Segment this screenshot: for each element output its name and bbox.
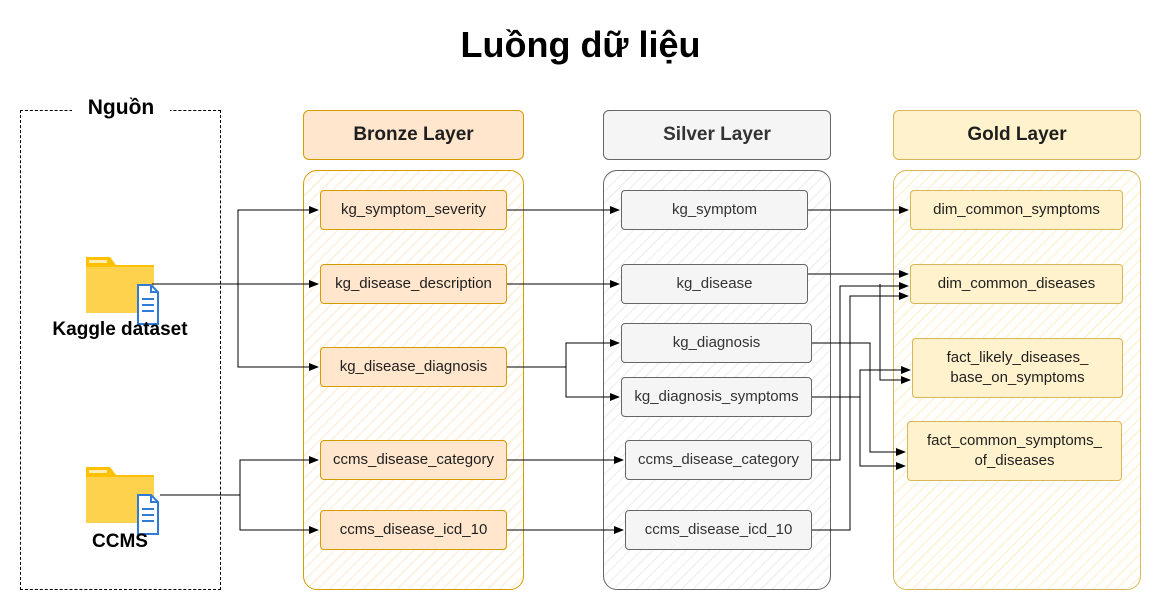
edge-kaggle-to-symptom-severity bbox=[237, 206, 319, 284]
edge-kg-disease-to-fact-likely-diseases bbox=[879, 284, 911, 384]
edge-disease-diagnosis-to-kg-diagnosis-symptoms bbox=[565, 367, 620, 401]
edge-ccms-to-disease-icd-10 bbox=[239, 495, 319, 534]
edge-kg-diagnosis-symptoms-to-fact-common-symptoms bbox=[859, 397, 906, 470]
flow-edges bbox=[152, 206, 911, 534]
edge-ccms-to-disease-category bbox=[239, 456, 319, 495]
edge-kg-diagnosis-symptoms-to-fact-likely-diseases bbox=[812, 366, 911, 398]
edge-disease-diagnosis-to-kg-diagnosis bbox=[565, 339, 620, 367]
edge-kaggle-to-disease-diagnosis bbox=[237, 284, 319, 371]
